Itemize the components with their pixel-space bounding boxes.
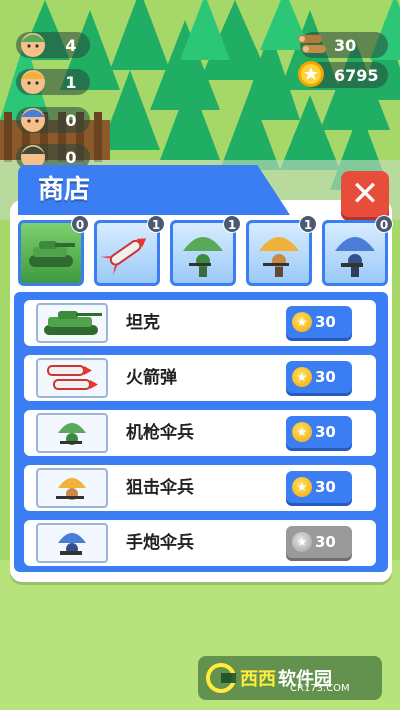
coin-counter: 6795 <box>298 61 388 88</box>
tab-count-badge: 1 <box>299 215 317 233</box>
price-label: 30 <box>315 423 336 441</box>
coin-icon <box>298 61 324 87</box>
item-name: 坦克 <box>126 313 160 333</box>
troop-counter-green: 4 <box>16 32 90 58</box>
tank-icon <box>29 241 75 267</box>
list-item: 坦克 ★ 30 <box>24 300 376 346</box>
orange-paratrooper-icon <box>259 237 299 277</box>
price-label: 30 <box>315 478 336 496</box>
price-label: 30 <box>315 368 336 386</box>
watermark-url: CR173.COM <box>290 683 350 694</box>
tab-machine-gun-paratrooper[interactable]: 1 <box>170 215 241 286</box>
price-label: 30 <box>315 533 336 551</box>
tab-count-badge: 1 <box>147 215 165 233</box>
green-soldier-icon <box>21 33 45 57</box>
coin-icon: ★ <box>292 312 312 332</box>
orange-soldier-icon <box>21 70 45 94</box>
buy-button-disabled[interactable]: ★ 30 <box>286 526 352 558</box>
item-thumbnail <box>36 523 108 563</box>
buy-button[interactable]: ★ 30 <box>286 416 352 448</box>
close-button[interactable]: ✕ <box>341 171 389 217</box>
tab-count-badge: 1 <box>223 215 241 233</box>
item-name: 狙击伞兵 <box>126 478 194 498</box>
item-name: 手炮伞兵 <box>126 533 194 553</box>
troop-count: 1 <box>65 72 77 92</box>
blue-soldier-icon <box>21 108 45 132</box>
shop-tabs: 0 1 1 1 0 <box>16 215 393 290</box>
item-thumbnail <box>36 468 108 508</box>
item-thumbnail <box>36 358 108 398</box>
item-name: 火箭弹 <box>126 368 177 388</box>
item-thumbnail <box>36 413 108 453</box>
tab-sniper-paratrooper[interactable]: 1 <box>246 215 317 286</box>
buy-button[interactable]: ★ 30 <box>286 306 352 338</box>
troop-counter-orange: 1 <box>16 69 90 95</box>
buy-button[interactable]: ★ 30 <box>286 471 352 503</box>
tab-count-badge: 0 <box>375 215 393 233</box>
item-name: 机枪伞兵 <box>126 423 194 443</box>
tank-icon <box>44 311 102 335</box>
list-item: 火箭弹 ★ 30 <box>24 355 376 401</box>
green-paratrooper-icon <box>58 423 86 445</box>
tab-rocket[interactable]: 1 <box>94 215 165 286</box>
list-item: 机枪伞兵 ★ 30 <box>24 410 376 456</box>
shop-title: 商店 <box>38 175 91 205</box>
coin-icon: ★ <box>292 477 312 497</box>
blue-paratrooper-icon <box>335 237 375 277</box>
rocket-icon <box>47 365 98 390</box>
tab-bazooka-paratrooper[interactable]: 0 <box>322 215 393 286</box>
troop-count: 0 <box>65 147 77 167</box>
coin-icon: ★ <box>292 422 312 442</box>
troop-count: 0 <box>65 110 77 130</box>
watermark-logo-icon <box>206 663 236 693</box>
tab-tank[interactable]: 0 <box>18 215 89 286</box>
watermark-brand: 西西 <box>240 669 276 690</box>
buy-button[interactable]: ★ 30 <box>286 361 352 393</box>
coin-icon: ★ <box>292 532 312 552</box>
coin-count: 6795 <box>334 65 379 85</box>
troop-count: 4 <box>65 35 77 55</box>
price-label: 30 <box>315 313 336 331</box>
wood-counter: 30 <box>298 32 388 58</box>
orange-paratrooper-icon <box>56 478 86 500</box>
item-thumbnail <box>36 303 108 343</box>
rocket-icon <box>100 238 147 275</box>
close-icon: ✕ <box>350 174 380 214</box>
wood-log-icon <box>298 35 326 53</box>
tab-count-badge: 0 <box>71 215 89 233</box>
coin-icon: ★ <box>292 367 312 387</box>
list-item: 狙击伞兵 ★ 30 <box>24 465 376 511</box>
blue-paratrooper-icon <box>58 533 86 555</box>
list-item: 手炮伞兵 ★ 30 <box>24 520 376 566</box>
green-paratrooper-icon <box>183 237 223 277</box>
troop-counter-blue: 0 <box>16 107 90 133</box>
watermark: 西西 软件园 CR173.COM <box>198 656 382 700</box>
wood-count: 30 <box>334 35 357 55</box>
